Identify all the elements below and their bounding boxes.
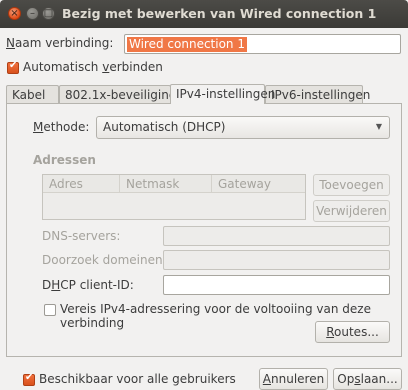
tab-label: IPv4-instellingen: [176, 87, 276, 101]
mnemonic-h: H: [51, 278, 61, 292]
label-text: aam verbinding:: [14, 36, 114, 50]
method-dropdown[interactable]: Automatisch (DHCP) ▼: [96, 116, 390, 139]
tab-8021x[interactable]: 802.1x-beveiliging: [59, 85, 176, 104]
button-label: Op: [337, 372, 355, 386]
label-text: CP client-ID:: [60, 278, 134, 292]
save-button[interactable]: Opslaan...: [333, 368, 402, 390]
title-bar: × – □ Bezig met bewerken van Wired conne…: [0, 0, 408, 28]
dns-servers-label: DNS-servers:: [42, 229, 121, 243]
maximize-icon[interactable]: □: [42, 7, 55, 20]
require-ipv4-checkbox[interactable]: [44, 304, 56, 316]
column-header: Netmask: [120, 175, 212, 193]
label-text: ethode:: [43, 120, 90, 134]
connection-name-input[interactable]: Wired connection 1: [124, 34, 401, 54]
column-header: Gateway: [212, 175, 305, 193]
column-header: Adres: [43, 175, 120, 193]
chevron-down-icon: ▼: [375, 122, 382, 131]
tab-label: IPv6-instellingen: [271, 88, 371, 102]
search-domains-label: Doorzoek domeinen:: [42, 253, 167, 267]
all-users-label[interactable]: Beschikbaar voor alle gebruikers: [39, 372, 236, 386]
close-icon[interactable]: ×: [8, 7, 21, 20]
tab-kabel[interactable]: Kabel: [6, 85, 59, 104]
tab-ipv6[interactable]: IPv6-instellingen: [265, 85, 370, 104]
cancel-button[interactable]: Annuleren: [259, 368, 328, 390]
routes-button[interactable]: Routes...: [315, 321, 390, 343]
addresses-heading: Adressen: [33, 153, 96, 167]
window-title: Bezig met bewerken van Wired connection …: [62, 6, 377, 21]
connection-name-value: Wired connection 1: [127, 37, 247, 52]
dns-servers-input[interactable]: [163, 226, 390, 246]
remove-address-button[interactable]: Verwijderen: [313, 200, 390, 222]
button-label: laan...: [360, 372, 398, 386]
mnemonic-n: N: [6, 36, 15, 50]
auto-connect-checkbox[interactable]: [7, 60, 19, 74]
all-users-checkbox[interactable]: [23, 372, 35, 386]
dhcp-client-id-label: DHCP client-ID:: [42, 278, 134, 292]
label-text: D: [42, 278, 52, 292]
tab-ipv4[interactable]: IPv4-instellingen: [170, 84, 275, 104]
add-address-button[interactable]: Toevoegen: [313, 174, 390, 196]
minimize-icon[interactable]: –: [26, 7, 39, 20]
mnemonic-a: A: [262, 372, 271, 386]
auto-connect-label[interactable]: Automatisch verbinden: [23, 60, 163, 74]
addresses-table: Adres Netmask Gateway: [42, 174, 306, 220]
method-label: Methode:: [33, 120, 89, 134]
tab-label: Kabel: [12, 88, 46, 102]
search-domains-input[interactable]: [163, 250, 390, 270]
connection-name-label: Naam verbinding:: [6, 36, 113, 50]
mnemonic-m: M: [33, 120, 44, 134]
method-value: Automatisch (DHCP): [103, 120, 226, 134]
tab-label: 802.1x-beveiliging: [65, 88, 177, 102]
label-text: erbinden: [109, 60, 163, 74]
mnemonic-r: R: [326, 325, 335, 339]
dhcp-client-id-input[interactable]: [163, 275, 390, 295]
button-label: nnuleren: [271, 372, 325, 386]
label-text: Automatisch: [23, 60, 103, 74]
button-label: outes...: [334, 325, 379, 339]
